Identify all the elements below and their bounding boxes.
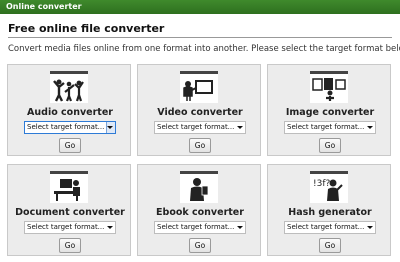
card-title: Ebook converter — [156, 207, 244, 218]
document-format-select[interactable]: Select target format... — [24, 221, 116, 234]
hash-generator-card: !3f? Hash generator Select target format… — [267, 164, 391, 256]
image-converter-card: Image converter Select target format... … — [267, 64, 391, 156]
card-title: Document converter — [15, 207, 125, 218]
music-fans-icon — [50, 71, 88, 103]
intro-text: Convert media files online from one form… — [8, 44, 400, 54]
photo-frames-icon — [310, 71, 348, 103]
video-go-button[interactable]: Go — [189, 138, 211, 153]
document-go-button[interactable]: Go — [59, 238, 81, 253]
chevron-down-icon — [237, 226, 243, 229]
select-value: Select target format... — [287, 123, 365, 131]
chevron-down-icon — [237, 126, 243, 129]
chevron-down-icon — [367, 126, 373, 129]
select-value: Select target format... — [27, 223, 105, 231]
window-title-bar: Online converter — [0, 0, 400, 14]
page-title: Free online file converter — [8, 21, 392, 38]
chevron-down-icon — [367, 226, 373, 229]
hash-thinker-icon: !3f? — [310, 171, 348, 203]
hash-format-select[interactable]: Select target format... — [284, 221, 376, 234]
office-desk-icon — [50, 171, 88, 203]
ebook-go-button[interactable]: Go — [189, 238, 211, 253]
audio-converter-card: Audio converter Select target format... … — [7, 64, 131, 156]
reader-icon — [180, 171, 218, 203]
card-title: Video converter — [157, 107, 243, 118]
audio-go-button[interactable]: Go — [59, 138, 81, 153]
select-value: Select target format... — [27, 123, 105, 131]
card-title: Hash generator — [288, 207, 372, 218]
document-converter-card: Document converter Select target format.… — [7, 164, 131, 256]
chevron-down-icon — [107, 226, 113, 229]
ebook-format-select[interactable]: Select target format... — [154, 221, 246, 234]
select-value: Select target format... — [157, 123, 235, 131]
video-converter-card: Video converter Select target format... … — [137, 64, 261, 156]
chevron-down-icon — [107, 126, 113, 129]
converter-grid: Audio converter Select target format... … — [7, 64, 393, 258]
card-title: Image converter — [285, 107, 375, 118]
image-go-button[interactable]: Go — [319, 138, 341, 153]
image-format-select[interactable]: Select target format... — [284, 121, 376, 134]
select-value: Select target format... — [287, 223, 365, 231]
card-title: Audio converter — [27, 107, 113, 118]
movie-viewer-icon — [180, 71, 218, 103]
hash-go-button[interactable]: Go — [319, 238, 341, 253]
audio-format-select[interactable]: Select target format... — [24, 121, 116, 134]
video-format-select[interactable]: Select target format... — [154, 121, 246, 134]
select-value: Select target format... — [157, 223, 235, 231]
ebook-converter-card: Ebook converter Select target format... … — [137, 164, 261, 256]
svg-text:!3f?: !3f? — [313, 179, 331, 189]
